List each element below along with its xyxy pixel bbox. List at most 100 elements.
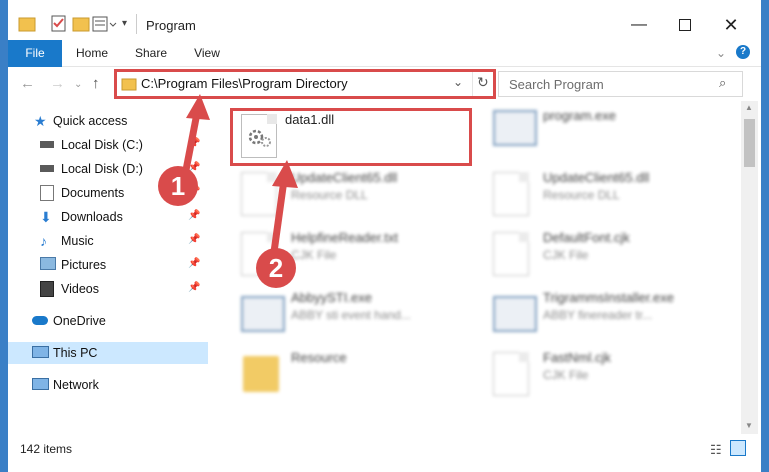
step-two-marker: 2 xyxy=(256,248,296,288)
documents-icon xyxy=(40,185,54,201)
window-title: Program xyxy=(146,18,196,33)
nav-item-downloads[interactable]: ⬇ Downloads 📌 xyxy=(8,206,208,228)
ribbon: File Home Share View ⌄ ? xyxy=(8,40,761,96)
vertical-scrollbar[interactable]: ▲ ▼ xyxy=(741,101,758,434)
file-type: ABBY sti event hand... xyxy=(291,308,411,322)
details-view-icon[interactable]: ☷ xyxy=(710,442,722,458)
file-name: DefaultFont.cjk xyxy=(543,230,630,245)
file-name: UpdateClient65.dll xyxy=(291,170,398,185)
close-button[interactable]: ✕ xyxy=(708,10,754,40)
minimize-icon: — xyxy=(631,16,647,33)
ribbon-expand-icon[interactable]: ⌄ xyxy=(716,46,726,60)
exe-file-icon xyxy=(493,110,537,146)
status-bar: 142 items ☷ xyxy=(8,434,761,464)
nav-item-quick-access[interactable]: ★ Quick access xyxy=(8,110,208,132)
step-one-marker: 1 xyxy=(158,166,198,206)
tab-home[interactable]: Home xyxy=(70,40,114,66)
star-icon: ★ xyxy=(34,113,47,129)
search-input[interactable]: Search Program xyxy=(509,77,604,92)
nav-item-label: This PC xyxy=(53,346,98,360)
file-name: HelpfineReader.txt xyxy=(291,230,398,245)
nav-item-videos[interactable]: Videos 📌 xyxy=(8,278,208,300)
file-name: UpdateClient65.dll xyxy=(543,170,650,185)
nav-item-label: Videos xyxy=(61,282,99,296)
nav-item-label: Local Disk (D:) xyxy=(61,162,143,176)
help-icon[interactable]: ? xyxy=(736,45,750,59)
scroll-up-icon[interactable]: ▲ xyxy=(745,103,753,112)
item-count: 142 items xyxy=(20,442,73,456)
tab-view[interactable]: View xyxy=(188,40,226,66)
minimize-button[interactable]: — xyxy=(616,10,662,40)
drive-icon xyxy=(40,165,54,172)
downloads-icon: ⬇ xyxy=(40,209,52,225)
scroll-down-icon[interactable]: ▼ xyxy=(745,421,753,430)
file-name: program.exe xyxy=(543,108,616,123)
file-item-defaultfont-cjk[interactable]: DefaultFont.cjk CJK File xyxy=(475,226,720,282)
back-arrow-icon[interactable]: ← xyxy=(20,75,35,92)
file-type: Resource DLL xyxy=(291,188,368,202)
exe-file-icon xyxy=(241,296,285,332)
maximize-button[interactable] xyxy=(662,10,708,40)
dll-file-icon xyxy=(241,172,277,216)
file-item-resource-folder[interactable]: Resource xyxy=(223,346,468,402)
cjk-file-icon xyxy=(493,352,529,396)
pin-icon[interactable]: 📌 xyxy=(188,282,200,293)
folder-icon[interactable] xyxy=(18,14,36,34)
nav-item-music[interactable]: ♪ Music 📌 xyxy=(8,230,208,252)
customize-toolbar-icon[interactable] xyxy=(92,14,118,34)
file-item-updateclient-dll[interactable]: UpdateClient65.dll Resource DLL xyxy=(223,166,468,222)
file-item-fastnml-cjk[interactable]: FastNml.cjk CJK File xyxy=(475,346,720,402)
up-arrow-icon[interactable]: ↑ xyxy=(92,75,100,92)
nav-item-label: Network xyxy=(53,378,99,392)
file-name: FastNml.cjk xyxy=(543,350,611,365)
pin-icon[interactable]: 📌 xyxy=(188,210,200,221)
file-type: CJK File xyxy=(543,248,589,262)
search-box[interactable]: Search Program ⌕ xyxy=(498,71,743,97)
address-highlight-box xyxy=(114,69,496,99)
file-item-trigrammsinstaller-exe[interactable]: TrigrammsInstaller.exe ABBY finereader t… xyxy=(475,286,720,342)
pin-icon[interactable]: 📌 xyxy=(188,234,200,245)
pin-icon[interactable]: 📌 xyxy=(188,258,200,269)
file-name: Resource xyxy=(291,350,347,365)
tab-share[interactable]: Share xyxy=(128,40,174,66)
nav-item-pictures[interactable]: Pictures 📌 xyxy=(8,254,208,276)
cjk-file-icon xyxy=(493,232,529,276)
explorer-window: ▾ Program — ✕ File Home Share View ⌄ ? ←… xyxy=(8,0,761,472)
nav-item-label: Music xyxy=(61,234,94,248)
title-divider xyxy=(136,14,137,34)
videos-icon xyxy=(40,281,54,297)
search-icon[interactable]: ⌕ xyxy=(719,75,726,91)
nav-item-label: Local Disk (C:) xyxy=(61,138,143,152)
scrollbar-thumb[interactable] xyxy=(744,119,755,167)
pin-icon[interactable]: 📌 xyxy=(188,138,200,149)
dll-file-icon xyxy=(493,172,529,216)
pictures-icon xyxy=(40,257,56,270)
dropdown-arrow-icon[interactable]: ▾ xyxy=(122,18,127,29)
cloud-icon xyxy=(32,316,48,325)
file-item-updateclient-dll-2[interactable]: UpdateClient65.dll Resource DLL xyxy=(475,166,720,222)
navigation-pane: ★ Quick access Local Disk (C:) 📌 Local D… xyxy=(8,104,208,434)
pc-icon xyxy=(32,346,49,358)
folder-icon xyxy=(243,356,279,392)
close-icon: ✕ xyxy=(723,14,739,35)
file-highlight-box xyxy=(230,108,472,166)
recent-dropdown-icon[interactable]: ⌄ xyxy=(74,79,82,90)
nav-item-network[interactable]: Network xyxy=(8,374,208,396)
nav-item-label: OneDrive xyxy=(53,314,106,328)
drive-icon xyxy=(40,141,54,148)
file-item-program-exe[interactable]: program.exe xyxy=(475,104,720,160)
nav-item-label: Pictures xyxy=(61,258,107,272)
nav-item-this-pc[interactable]: This PC xyxy=(8,342,208,364)
maximize-icon xyxy=(679,19,691,31)
nav-item-onedrive[interactable]: OneDrive xyxy=(8,310,208,332)
nav-item-local-disk-c[interactable]: Local Disk (C:) 📌 xyxy=(8,134,208,156)
properties-icon[interactable] xyxy=(50,14,68,34)
title-bar: ▾ Program — ✕ xyxy=(8,0,761,40)
file-item-abbyysti-exe[interactable]: AbbyySTI.exe ABBY sti event hand... xyxy=(223,286,468,342)
large-icons-view-icon[interactable] xyxy=(730,440,746,456)
file-name: AbbyySTI.exe xyxy=(291,290,372,305)
forward-arrow-icon[interactable]: → xyxy=(50,75,65,92)
new-folder-icon[interactable] xyxy=(72,14,90,34)
file-type: CJK File xyxy=(291,248,337,262)
file-type: CJK File xyxy=(543,368,589,382)
